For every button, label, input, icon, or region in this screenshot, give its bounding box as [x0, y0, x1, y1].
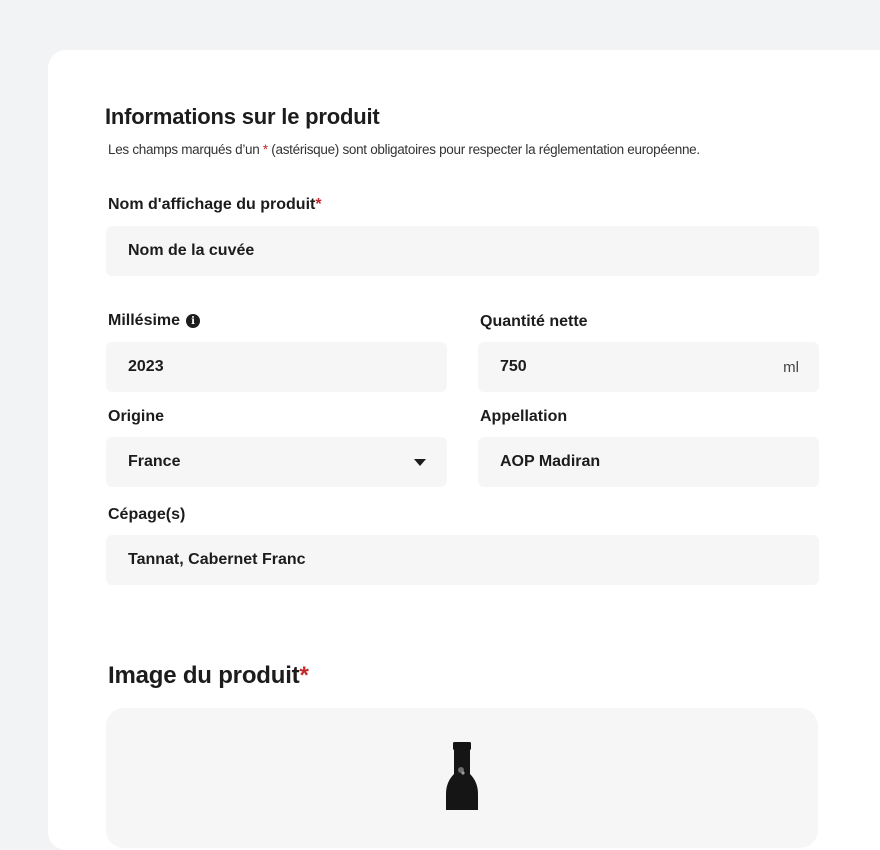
info-icon[interactable]: i [186, 314, 201, 328]
appellation-value: AOP Madiran [500, 453, 601, 470]
origin-label-text: Origine [108, 408, 165, 425]
subtitle-text-start: Les champs marqués d’un [108, 142, 263, 157]
net-quantity-unit: ml [783, 358, 799, 376]
grapes-input[interactable]: Tannat, Cabernet Franc [106, 535, 819, 585]
required-asterisk: * [299, 662, 309, 689]
net-quantity-label: Quantité nette [480, 313, 588, 331]
product-image-dropzone[interactable] [106, 708, 818, 848]
caret-down-icon[interactable] [414, 458, 426, 466]
grapes-value: Tannat, Cabernet Franc [128, 551, 306, 568]
display-name-value: Nom de la cuvée [128, 242, 255, 259]
appellation-input[interactable]: AOP Madiran [478, 437, 819, 487]
subtitle-text-end: (astérisque) sont obligatoires pour resp… [267, 142, 700, 157]
display-name-label-text: Nom d'affichage du produit [108, 196, 316, 213]
wine-bottle-image [446, 742, 478, 810]
appellation-label: Appellation [480, 408, 567, 426]
required-asterisk: * [315, 196, 322, 213]
display-name-label: Nom d'affichage du produit* [108, 196, 322, 214]
vintage-value: 2023 [128, 358, 164, 375]
grapes-label: Cépage(s) [108, 506, 185, 524]
net-quantity-value: 750 [500, 358, 527, 375]
section-subtitle: Les champs marqués d’un * (astérisque) s… [108, 142, 700, 157]
product-image-title: Image du produit* [108, 662, 309, 690]
net-quantity-input[interactable]: 750 ml [478, 342, 819, 392]
vintage-input[interactable]: 2023 [106, 342, 447, 392]
grapes-label-text: Cépage(s) [108, 506, 186, 523]
origin-label: Origine [108, 408, 164, 426]
section-title: Informations sur le produit [105, 104, 380, 129]
origin-select[interactable]: France [106, 437, 447, 487]
appellation-label-text: Appellation [480, 408, 568, 425]
product-image-title-text: Image du produit [108, 662, 300, 689]
net-quantity-label-text: Quantité nette [480, 313, 588, 330]
display-name-input[interactable]: Nom de la cuvée [106, 226, 819, 276]
vintage-label-text: Millésime [108, 312, 181, 329]
origin-value: France [128, 453, 181, 470]
vintage-label: Millésime i [108, 312, 201, 330]
